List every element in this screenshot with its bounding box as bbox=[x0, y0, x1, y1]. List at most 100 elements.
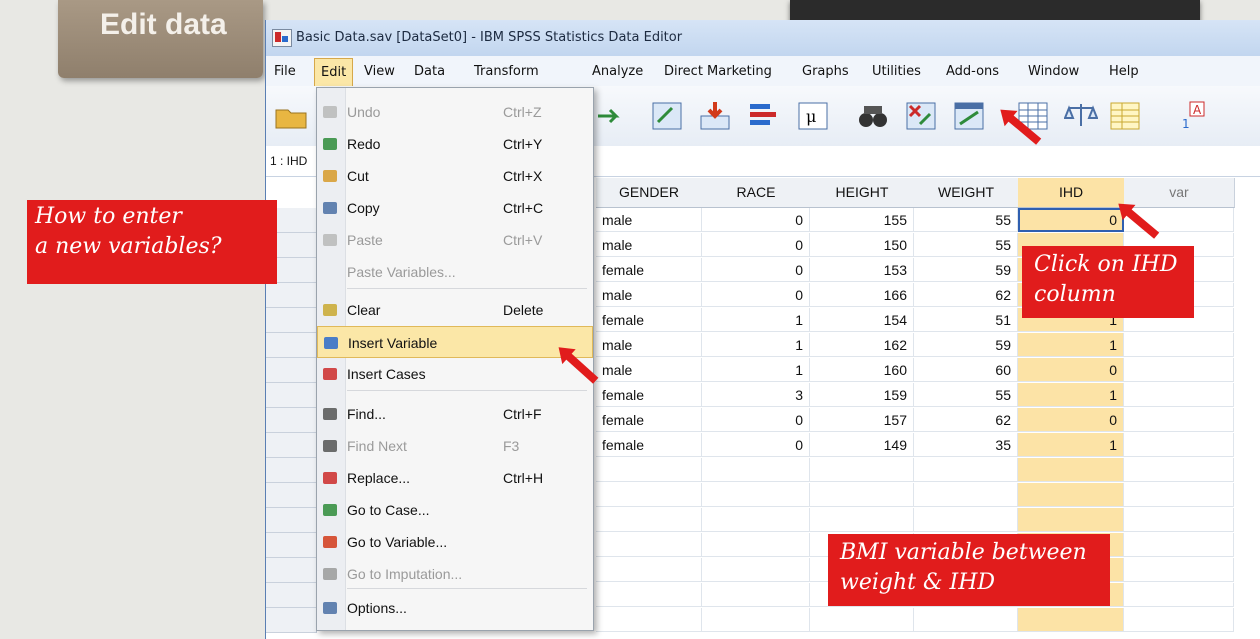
grid-cell[interactable] bbox=[1124, 608, 1234, 632]
insert-cases-toolbar-icon[interactable] bbox=[904, 100, 938, 132]
grid-cell[interactable] bbox=[1124, 583, 1234, 607]
menu-view[interactable]: View bbox=[364, 64, 395, 79]
grid-cell[interactable]: 0 bbox=[702, 208, 810, 232]
grid-cell[interactable] bbox=[596, 558, 702, 582]
value-labels-icon[interactable]: A1 bbox=[1176, 100, 1210, 132]
grid-cell[interactable]: 59 bbox=[914, 333, 1018, 357]
grid-cell[interactable]: 35 bbox=[914, 433, 1018, 457]
grid-cell[interactable]: 55 bbox=[914, 233, 1018, 257]
row-header[interactable] bbox=[266, 608, 317, 633]
grid-cell[interactable] bbox=[1018, 483, 1124, 507]
grid-cell[interactable]: 1 bbox=[702, 358, 810, 382]
grid-cell[interactable]: 154 bbox=[810, 308, 914, 332]
grid-cell[interactable] bbox=[702, 608, 810, 632]
edit-menu-item-go-to-imputation[interactable]: Go to Imputation... bbox=[317, 558, 593, 590]
insert-variable-toolbar-icon[interactable] bbox=[952, 100, 986, 132]
column-header-race[interactable]: RACE bbox=[702, 178, 811, 208]
grid-cell[interactable]: 157 bbox=[810, 408, 914, 432]
row-header[interactable] bbox=[266, 458, 317, 483]
grid-cell[interactable] bbox=[1124, 458, 1234, 482]
grid-cell[interactable] bbox=[810, 458, 914, 482]
grid-cell[interactable] bbox=[914, 608, 1018, 632]
grid-cell[interactable] bbox=[596, 533, 702, 557]
grid-cell[interactable]: 1 bbox=[702, 333, 810, 357]
edit-menu-item-go-to-variable[interactable]: Go to Variable... bbox=[317, 526, 593, 558]
grid-cell[interactable] bbox=[596, 508, 702, 532]
grid-cell[interactable]: female bbox=[596, 308, 702, 332]
column-header-gender[interactable]: GENDER bbox=[596, 178, 703, 208]
grid-cell[interactable]: 150 bbox=[810, 233, 914, 257]
goto-case-toolbar-icon[interactable] bbox=[650, 100, 684, 132]
variables-icon[interactable] bbox=[746, 100, 780, 132]
grid-cell[interactable] bbox=[596, 583, 702, 607]
edit-menu-item-insert-cases[interactable]: Insert Cases bbox=[317, 358, 593, 390]
grid-cell[interactable] bbox=[1124, 333, 1234, 357]
menu-utilities[interactable]: Utilities bbox=[872, 64, 921, 79]
edit-menu-item-cut[interactable]: Cut Ctrl+X bbox=[317, 160, 593, 192]
grid-cell[interactable] bbox=[1018, 608, 1124, 632]
grid-cell[interactable] bbox=[1124, 408, 1234, 432]
grid-cell[interactable] bbox=[596, 458, 702, 482]
row-header[interactable] bbox=[266, 583, 317, 608]
edit-menu-item-redo[interactable]: Redo Ctrl+Y bbox=[317, 128, 593, 160]
row-header[interactable] bbox=[266, 308, 317, 333]
grid-cell[interactable]: 0 bbox=[1018, 408, 1124, 432]
grid-cell[interactable]: male bbox=[596, 333, 702, 357]
row-header[interactable] bbox=[266, 333, 317, 358]
weight-cases-icon[interactable] bbox=[1063, 100, 1099, 132]
grid-cell[interactable]: male bbox=[596, 208, 702, 232]
grid-cell[interactable]: 1 bbox=[1018, 333, 1124, 357]
grid-cell[interactable]: 0 bbox=[702, 258, 810, 282]
open-folder-icon[interactable] bbox=[274, 100, 308, 132]
grid-cell[interactable]: 0 bbox=[702, 433, 810, 457]
row-header[interactable] bbox=[266, 558, 317, 583]
grid-cell[interactable]: 159 bbox=[810, 383, 914, 407]
edit-menu-item-find[interactable]: Find... Ctrl+F bbox=[317, 398, 593, 430]
edit-menu-item-paste[interactable]: Paste Ctrl+V bbox=[317, 224, 593, 256]
grid-cell[interactable]: 166 bbox=[810, 283, 914, 307]
goto-variable-toolbar-icon[interactable] bbox=[698, 100, 732, 132]
grid-cell[interactable]: 0 bbox=[702, 233, 810, 257]
grid-cell[interactable] bbox=[1124, 558, 1234, 582]
grid-cell[interactable] bbox=[702, 458, 810, 482]
edit-menu-item-replace[interactable]: Replace... Ctrl+H bbox=[317, 462, 593, 494]
row-header[interactable] bbox=[266, 383, 317, 408]
grid-cell[interactable] bbox=[1018, 508, 1124, 532]
menu-transform[interactable]: Transform bbox=[474, 64, 539, 79]
column-header-weight[interactable]: WEIGHT bbox=[914, 178, 1019, 208]
find-binoculars-icon[interactable] bbox=[856, 100, 890, 132]
grid-cell[interactable] bbox=[1124, 508, 1234, 532]
grid-cell[interactable]: male bbox=[596, 283, 702, 307]
select-cases-icon[interactable] bbox=[1108, 100, 1142, 132]
grid-cell[interactable]: 55 bbox=[914, 383, 1018, 407]
edit-menu-item-find-next[interactable]: Find Next F3 bbox=[317, 430, 593, 462]
grid-cell[interactable]: female bbox=[596, 408, 702, 432]
grid-cell[interactable]: 51 bbox=[914, 308, 1018, 332]
grid-cell[interactable] bbox=[914, 483, 1018, 507]
grid-cell[interactable] bbox=[702, 508, 810, 532]
grid-cell[interactable]: 1 bbox=[702, 308, 810, 332]
grid-cell[interactable] bbox=[914, 508, 1018, 532]
grid-cell[interactable]: 0 bbox=[1018, 358, 1124, 382]
grid-cell[interactable] bbox=[702, 533, 810, 557]
grid-cell[interactable]: female bbox=[596, 433, 702, 457]
grid-cell[interactable] bbox=[1124, 533, 1234, 557]
grid-cell[interactable]: 1 bbox=[1018, 383, 1124, 407]
grid-cell[interactable]: 3 bbox=[702, 383, 810, 407]
grid-cell[interactable] bbox=[1018, 458, 1124, 482]
grid-cell[interactable] bbox=[1124, 433, 1234, 457]
grid-cell[interactable] bbox=[1124, 358, 1234, 382]
edit-menu-item-options[interactable]: Options... bbox=[317, 592, 593, 624]
row-header[interactable] bbox=[266, 283, 317, 308]
menu-file[interactable]: File bbox=[274, 64, 296, 79]
grid-cell[interactable]: 0 bbox=[702, 408, 810, 432]
grid-cell[interactable]: 155 bbox=[810, 208, 914, 232]
row-header[interactable] bbox=[266, 508, 317, 533]
grid-cell[interactable]: 149 bbox=[810, 433, 914, 457]
menu-edit[interactable]: Edit bbox=[314, 58, 354, 87]
menu-add-ons[interactable]: Add-ons bbox=[946, 64, 999, 79]
grid-cell[interactable] bbox=[596, 608, 702, 632]
grid-cell[interactable] bbox=[1124, 383, 1234, 407]
grid-cell[interactable]: 160 bbox=[810, 358, 914, 382]
row-header[interactable] bbox=[266, 483, 317, 508]
